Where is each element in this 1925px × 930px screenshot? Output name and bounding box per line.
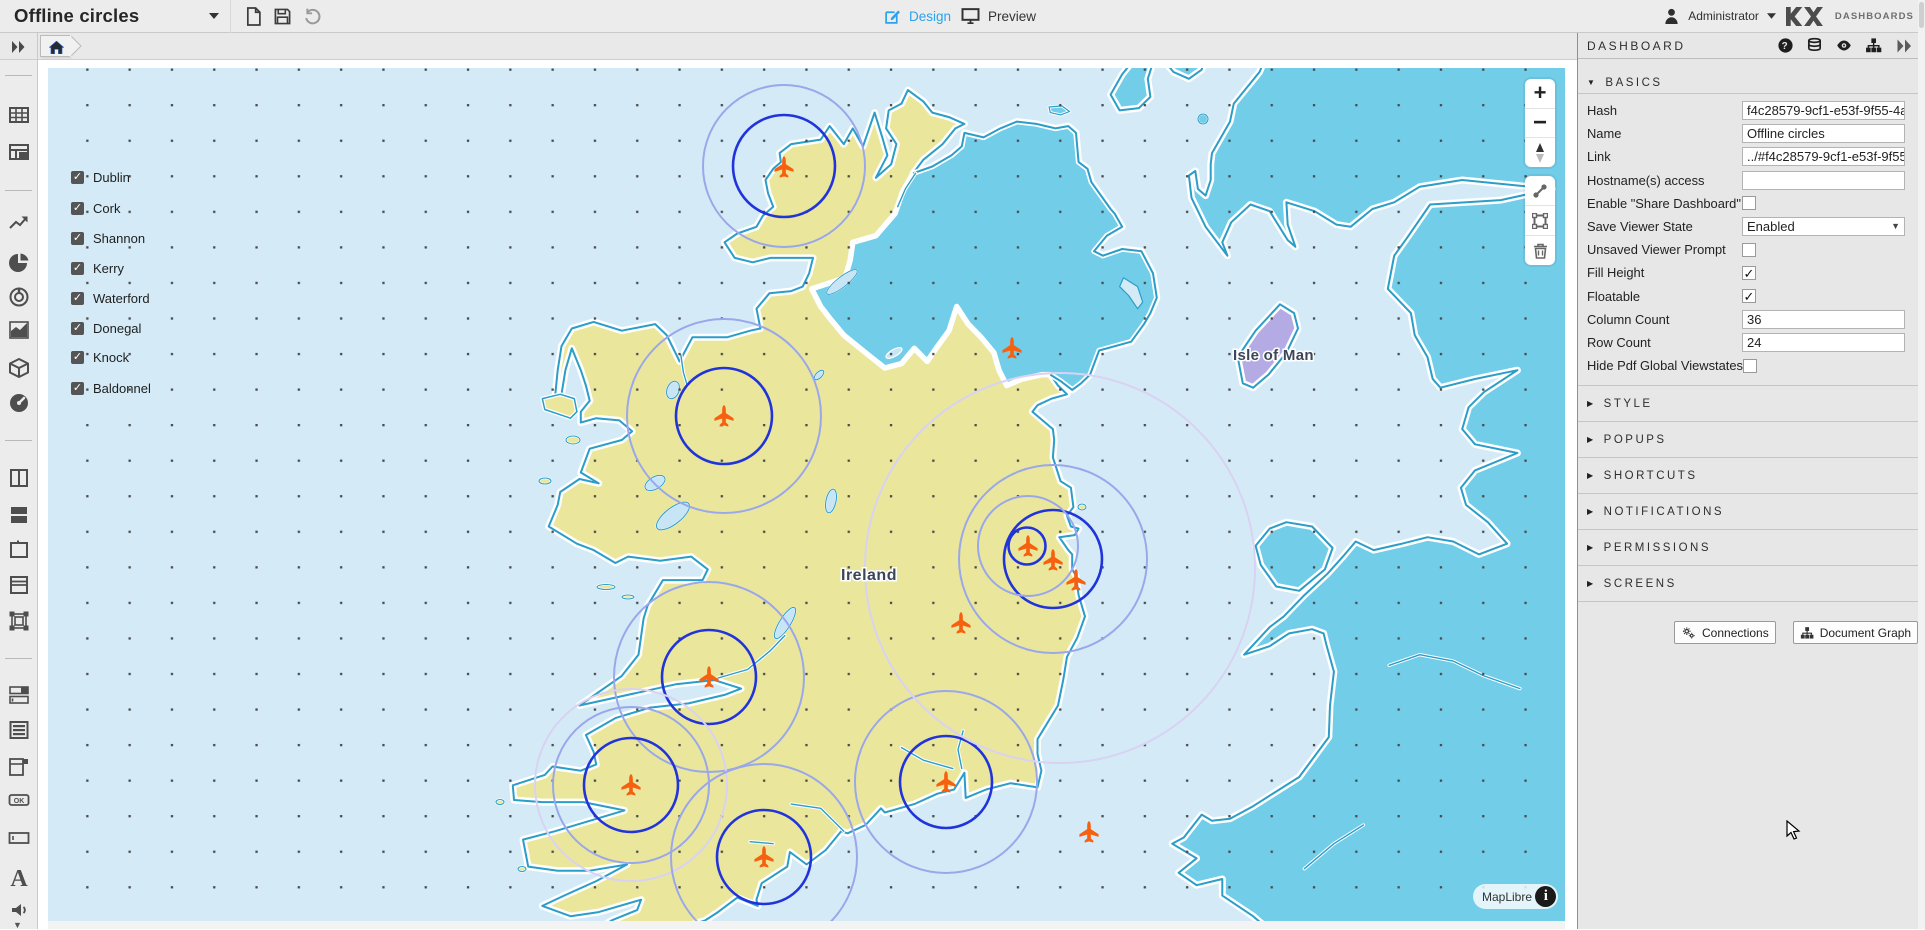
svg-text:Isle of Man: Isle of Man	[1233, 347, 1314, 364]
svg-text:OK: OK	[14, 798, 25, 805]
svg-text:Ireland: Ireland	[841, 567, 897, 584]
svg-text:?: ?	[1782, 41, 1790, 52]
